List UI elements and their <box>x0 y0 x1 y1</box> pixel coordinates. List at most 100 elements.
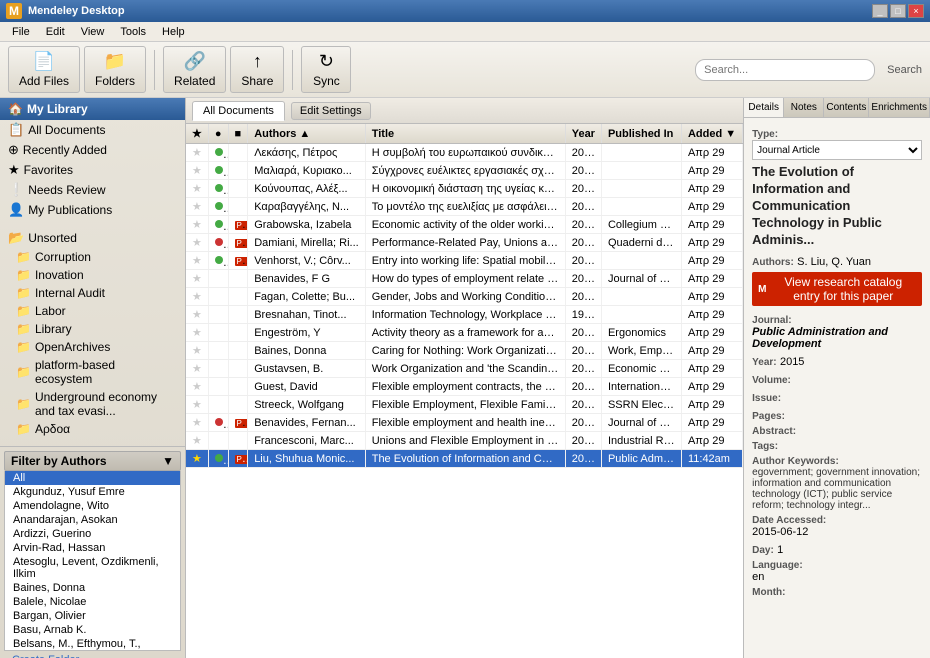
row-star[interactable]: ★ <box>186 342 208 360</box>
table-row[interactable]: ★Baines, DonnaCaring for Nothing: Work O… <box>186 342 743 360</box>
row-published: Ergonomics <box>601 324 681 342</box>
filter-author-item[interactable]: Balele, Nicolae <box>5 595 180 609</box>
col-header-authors[interactable]: Authors ▲ <box>248 124 366 144</box>
row-star[interactable]: ★ <box>186 360 208 378</box>
row-star[interactable]: ★ <box>186 252 208 270</box>
row-star[interactable]: ★ <box>186 180 208 198</box>
table-row[interactable]: ★Fagan, Colette; Bu...Gender, Jobs and W… <box>186 288 743 306</box>
table-row[interactable]: ★Gustavsen, B.Work Organization and 'the… <box>186 360 743 378</box>
row-star[interactable]: ★ <box>186 432 208 450</box>
folders-button[interactable]: 📁 Folders <box>84 46 146 93</box>
sidebar-item-favorites[interactable]: ★ Favorites <box>0 160 185 180</box>
minimize-button[interactable]: _ <box>872 4 888 18</box>
row-star[interactable]: ★ <box>186 144 208 162</box>
tab-enrichments[interactable]: Enrichments <box>869 98 930 117</box>
sidebar-item-needs-review[interactable]: ❕ Needs Review <box>0 180 185 200</box>
row-star[interactable]: ★ <box>186 450 208 468</box>
filter-author-item[interactable]: Ardizzi, Guerino <box>5 527 180 541</box>
col-header-year[interactable]: Year <box>565 124 601 144</box>
sidebar-folder-labor[interactable]: 📁 Labor <box>0 302 185 320</box>
search-input[interactable] <box>695 59 875 81</box>
sidebar-folder-library[interactable]: 📁 Library <box>0 320 185 338</box>
table-row[interactable]: ★Engeström, YActivity theory as a framew… <box>186 324 743 342</box>
menu-edit[interactable]: Edit <box>38 24 73 40</box>
sidebar-item-my-publications[interactable]: 👤 My Publications <box>0 200 185 220</box>
share-button[interactable]: ↑ Share <box>230 46 284 93</box>
sidebar-item-unsorted[interactable]: 📂 Unsorted <box>0 228 185 248</box>
table-row[interactable]: ★Streeck, WolfgangFlexible Employment, F… <box>186 396 743 414</box>
table-row[interactable]: ★Francesconi, Marc...Unions and Flexible… <box>186 432 743 450</box>
row-star[interactable]: ★ <box>186 162 208 180</box>
create-folder-button[interactable]: Create Folder... <box>4 651 181 658</box>
table-row[interactable]: ★Καραβαγγέλης, Ν...Το μοντέλο της ευελιξ… <box>186 198 743 216</box>
sync-button[interactable]: ↻ Sync <box>301 46 351 93</box>
table-row[interactable]: ★Guest, DavidFlexible employment contrac… <box>186 378 743 396</box>
col-header-title[interactable]: Title <box>365 124 565 144</box>
filter-author-item[interactable]: Bargan, Olivier <box>5 609 180 623</box>
menu-tools[interactable]: Tools <box>112 24 154 40</box>
filter-by-authors-header[interactable]: Filter by Authors ▼ <box>4 451 181 471</box>
tab-notes[interactable]: Notes <box>784 98 824 117</box>
row-star[interactable]: ★ <box>186 414 208 432</box>
tab-all-documents[interactable]: All Documents <box>192 101 285 121</box>
table-row[interactable]: ★PDFDamiani, Mirella; Ri...Performance-R… <box>186 234 743 252</box>
table-row[interactable]: ★Μαλιαρά, Κυριακο...Σύγχρονες ευέλικτες … <box>186 162 743 180</box>
table-row[interactable]: ★Κούνουπας, Αλέξ...Η οικονομική διάσταση… <box>186 180 743 198</box>
row-star[interactable]: ★ <box>186 270 208 288</box>
table-row[interactable]: ★PDFGrabowska, IzabelaEconomic activity … <box>186 216 743 234</box>
row-star[interactable]: ★ <box>186 324 208 342</box>
month-row: Month: <box>752 587 922 598</box>
filter-author-item[interactable]: Baines, Donna <box>5 581 180 595</box>
row-title: Flexible employment contracts, the psych… <box>365 378 565 396</box>
row-star[interactable]: ★ <box>186 288 208 306</box>
table-row[interactable]: ★Λεκάσης, ΠέτροςΗ συμβολή του ευρωπαικού… <box>186 144 743 162</box>
sidebar-folder-corruption[interactable]: 📁 Corruption <box>0 248 185 266</box>
add-files-button[interactable]: 📄 Add Files <box>8 46 80 93</box>
filter-author-item[interactable]: Akgunduz, Yusuf Emre <box>5 485 180 499</box>
filter-author-item[interactable]: Basu, Arnab K. <box>5 623 180 637</box>
sidebar-folder-platform[interactable]: 📁 platform-based ecosystem <box>0 356 185 388</box>
filter-author-item[interactable]: Atesoglu, Levent, Ozdikmenli, Ilkim <box>5 555 180 581</box>
tab-details[interactable]: Details <box>744 98 784 117</box>
table-row[interactable]: ★PDFVenhorst, V.; Côrv...Entry into work… <box>186 252 743 270</box>
related-button[interactable]: 🔗 Related <box>163 46 226 93</box>
filter-author-item[interactable]: Arvin-Rad, Hassan <box>5 541 180 555</box>
maximize-button[interactable]: □ <box>890 4 906 18</box>
view-catalog-button[interactable]: M View research catalog entry for this p… <box>752 272 922 306</box>
sidebar-folder-internal-audit[interactable]: 📁 Internal Audit <box>0 284 185 302</box>
row-title: Activity theory as a framework for analy… <box>365 324 565 342</box>
window-controls[interactable]: _ □ × <box>872 4 924 18</box>
row-star[interactable]: ★ <box>186 234 208 252</box>
filter-author-item[interactable]: Anandarajan, Asokan <box>5 513 180 527</box>
col-header-added[interactable]: Added ▼ <box>681 124 742 144</box>
table-row[interactable]: ★Bresnahan, Tinot...Information Technolo… <box>186 306 743 324</box>
type-select[interactable]: Journal Article <box>752 140 922 160</box>
table-row[interactable]: ★Benavides, F GHow do types of employmen… <box>186 270 743 288</box>
filter-author-item[interactable]: Amendolagne, Wito <box>5 499 180 513</box>
close-button[interactable]: × <box>908 4 924 18</box>
sidebar-folder-openarchives[interactable]: 📁 OpenArchives <box>0 338 185 356</box>
row-star[interactable]: ★ <box>186 198 208 216</box>
row-star[interactable]: ★ <box>186 216 208 234</box>
table-row[interactable]: ★PDFBenavides, Fernan...Flexible employm… <box>186 414 743 432</box>
menu-view[interactable]: View <box>73 24 113 40</box>
filter-author-item[interactable]: Belsans, M., Efthymou, T., Koytoupis, A <box>5 637 180 651</box>
sidebar-item-all-documents[interactable]: 📋 All Documents <box>0 120 185 140</box>
row-star[interactable]: ★ <box>186 378 208 396</box>
filter-author-all[interactable]: All <box>5 471 180 485</box>
col-header-published[interactable]: Published In <box>601 124 681 144</box>
table-row[interactable]: ★PDFLiu, Shuhua Monic...The Evolution of… <box>186 450 743 468</box>
row-star[interactable]: ★ <box>186 396 208 414</box>
sidebar-item-recently-added[interactable]: ⊕ Recently Added <box>0 140 185 160</box>
row-star[interactable]: ★ <box>186 306 208 324</box>
menu-file[interactable]: File <box>4 24 38 40</box>
filter-authors-list[interactable]: All Akgunduz, Yusuf Emre Amendolagne, Wi… <box>4 471 181 651</box>
sidebar-folder-ardoa[interactable]: 📁 Αρδοα <box>0 420 185 438</box>
edit-settings-button[interactable]: Edit Settings <box>291 102 371 120</box>
tab-contents[interactable]: Contents <box>824 98 869 117</box>
toolbar-separator <box>154 50 155 90</box>
sidebar-folder-inovation[interactable]: 📁 Inovation <box>0 266 185 284</box>
sidebar-folder-underground[interactable]: 📁 Underground economy and tax evasi... <box>0 388 185 420</box>
menu-help[interactable]: Help <box>154 24 193 40</box>
doc-list-scroll[interactable]: ★ ● ■ Authors ▲ Title Year Published In … <box>186 124 743 658</box>
